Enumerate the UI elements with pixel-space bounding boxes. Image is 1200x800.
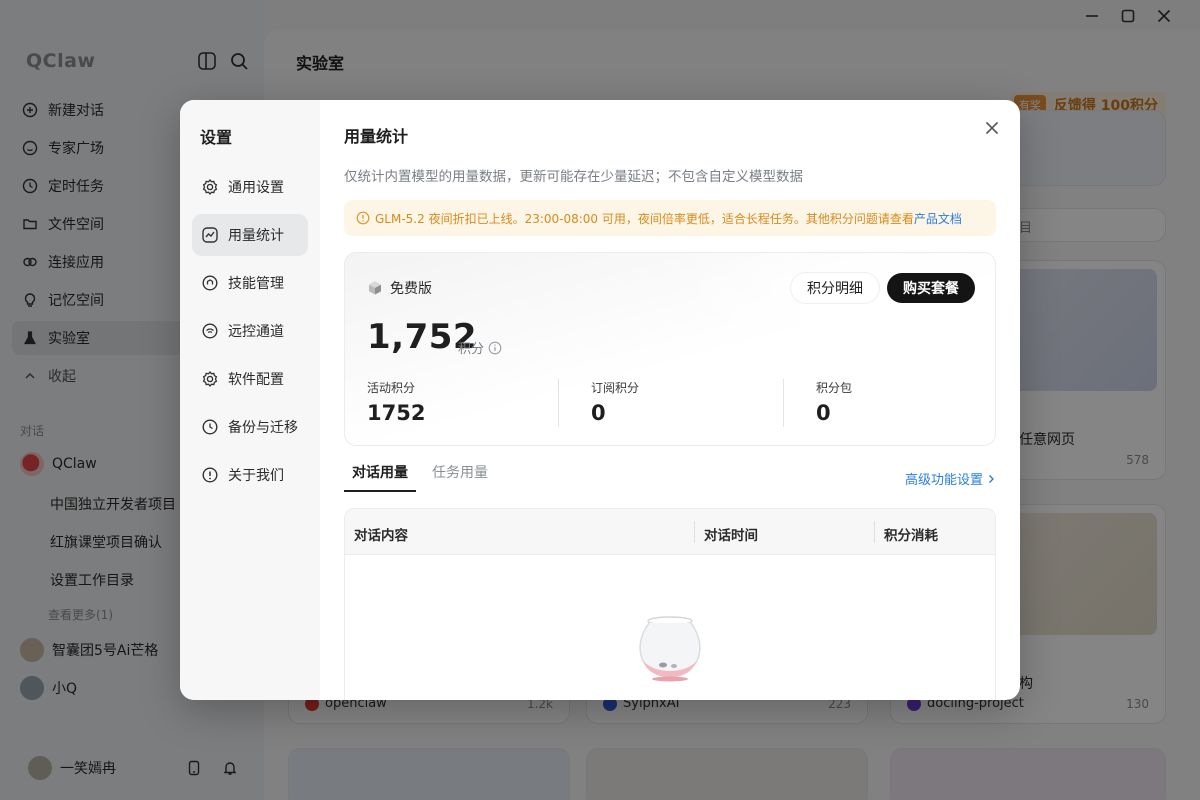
chart-icon [202, 227, 218, 243]
points-unit-label: 积分 [458, 342, 485, 357]
points-card: 免费版 积分明细 购买套餐 1,752 积分 活动积分 1752 订阅积分 0 积分… [344, 252, 996, 446]
plan-name: 免费版 [390, 281, 432, 297]
stat-label: 订阅积分 [591, 381, 640, 395]
usage-tabs: 对话用量 任务用量 [344, 462, 504, 492]
info-icon[interactable] [488, 341, 502, 355]
stat-active-points: 活动积分 1752 [367, 379, 567, 425]
advanced-settings-link[interactable]: 高级功能设置 [905, 469, 996, 488]
chevron-right-icon [989, 474, 994, 483]
settings-title: 设置 [200, 128, 233, 147]
settings-nav-usage[interactable]: 用量统计 [192, 214, 308, 256]
stat-divider [783, 379, 784, 427]
usage-table: 对话内容 对话时间 积分消耗 [344, 508, 996, 700]
settings-nav-backup[interactable]: 备份与迁移 [192, 406, 308, 448]
product-docs-link[interactable]: 产品文档 [914, 210, 962, 227]
settings-nav-general[interactable]: 通用设置 [192, 166, 308, 208]
tab-chat-usage[interactable]: 对话用量 [344, 462, 416, 492]
column-divider [874, 521, 875, 543]
settings-nav-skills[interactable]: 技能管理 [192, 262, 308, 304]
usage-title: 用量统计 [344, 127, 409, 146]
settings-sidebar: 设置 通用设置 用量统计 技能管理 远控通道 软件配置 备份与迁移 关于我们 [180, 100, 320, 700]
stat-label: 积分包 [816, 381, 853, 395]
settings-nav-label: 软件配置 [228, 372, 284, 388]
usage-panel: 用量统计 仅统计内置模型的用量数据，更新可能存在少量延迟；不包含自定义模型数据 … [320, 100, 1020, 700]
plan-label: 免费版 [367, 278, 432, 298]
column-divider [694, 521, 695, 543]
stat-value: 0 [816, 401, 831, 425]
stat-points-pack: 积分包 0 [816, 379, 995, 425]
tab-task-usage[interactable]: 任务用量 [424, 462, 496, 492]
settings-nav-remote[interactable]: 远控通道 [192, 310, 308, 352]
settings-nav-label: 技能管理 [228, 276, 284, 292]
settings-nav-label: 用量统计 [228, 228, 284, 244]
cube-icon [369, 281, 381, 295]
settings-nav-about[interactable]: 关于我们 [192, 454, 308, 496]
advanced-settings-label: 高级功能设置 [904, 473, 983, 488]
clock-icon [202, 419, 218, 435]
stat-divider [558, 379, 559, 427]
settings-nav-label: 通用设置 [228, 180, 284, 196]
buy-plan-button[interactable]: 购买套餐 [887, 273, 975, 303]
warning-icon [356, 211, 370, 225]
info-icon [202, 467, 218, 483]
remote-icon [202, 323, 218, 339]
stat-value: 0 [591, 401, 606, 425]
settings-nav-label: 关于我们 [228, 468, 284, 484]
notice-text: GLM-5.2 夜间折扣已上线。23:00-08:00 可用，夜间倍率更低，适合… [375, 211, 914, 226]
stat-subscription-points: 订阅积分 0 [591, 379, 791, 425]
settings-nav-label: 备份与迁移 [228, 420, 298, 436]
settings-nav-label: 远控通道 [228, 324, 284, 340]
settings-modal: 设置 通用设置 用量统计 技能管理 远控通道 软件配置 备份与迁移 关于我们 用… [180, 100, 1020, 700]
close-icon[interactable] [982, 118, 1002, 138]
notice-banner: GLM-5.2 夜间折扣已上线。23:00-08:00 可用，夜间倍率更低，适合… [344, 200, 996, 236]
points-detail-button[interactable]: 积分明细 [791, 273, 879, 303]
column-header-time: 对话时间 [704, 528, 758, 544]
column-header-content: 对话内容 [354, 528, 408, 544]
column-header-points: 积分消耗 [884, 528, 938, 544]
stat-value: 1752 [367, 401, 426, 425]
stat-label: 活动积分 [367, 381, 416, 395]
table-header: 对话内容 对话时间 积分消耗 [345, 509, 995, 555]
points-unit: 积分 [458, 338, 502, 357]
usage-description: 仅统计内置模型的用量数据，更新可能存在少量延迟；不包含自定义模型数据 [344, 169, 803, 185]
empty-fishbowl-illustration [639, 616, 701, 682]
skill-icon [202, 275, 218, 291]
settings-nav-software[interactable]: 软件配置 [192, 358, 308, 400]
gear-icon [202, 370, 218, 388]
gear-icon [202, 178, 218, 196]
